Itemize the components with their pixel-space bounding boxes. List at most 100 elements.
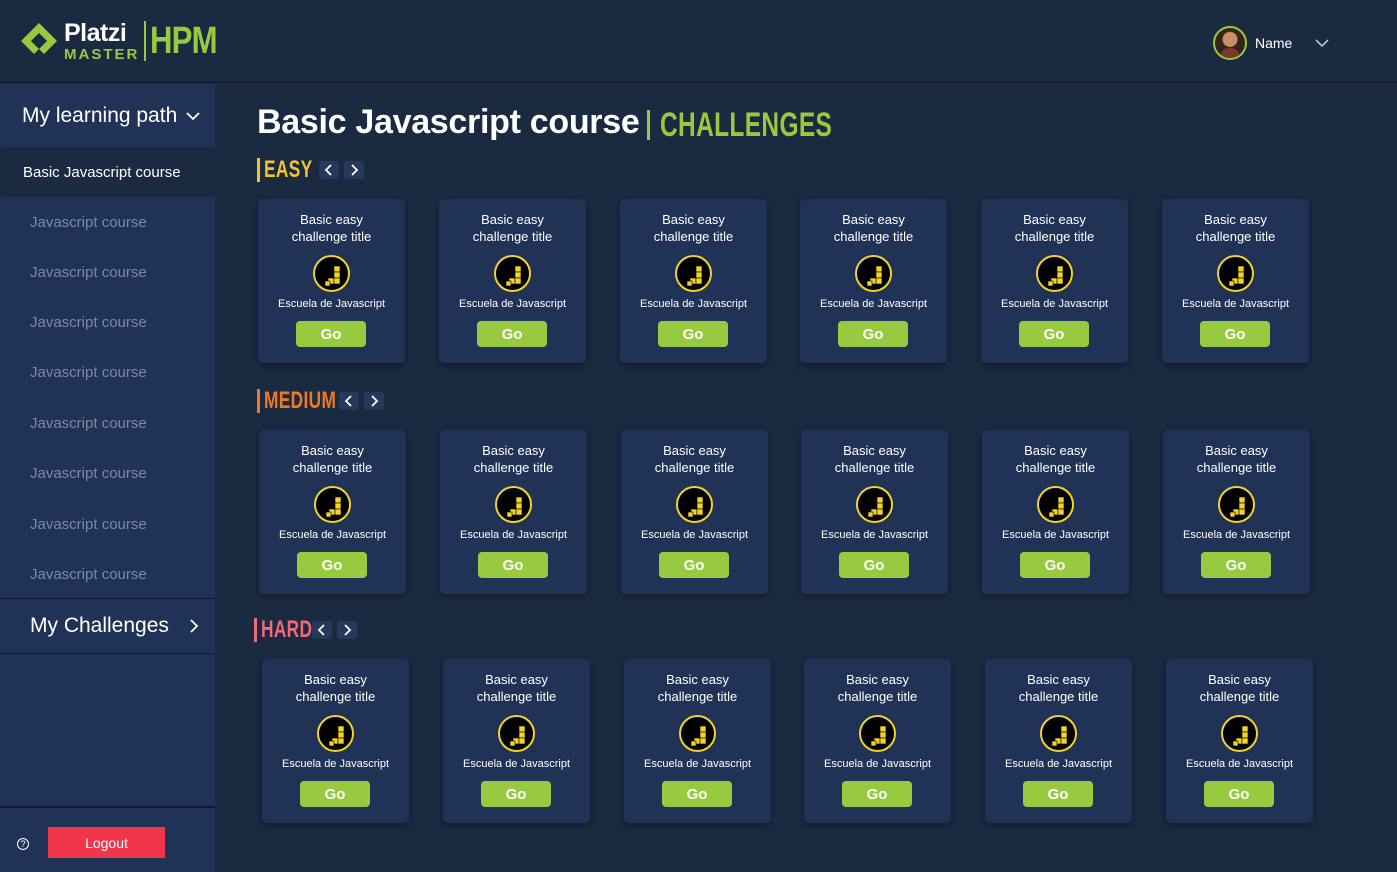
challenge-card: Basic easy challenge title Escuela de Jav… [443,659,590,823]
sidebar-item-javascript-course[interactable]: Javascript course [0,197,215,247]
javascript-school-icon [676,486,713,523]
logo-divider [144,21,147,61]
user-menu[interactable]: Name [1213,25,1330,61]
go-button[interactable]: Go [838,321,908,347]
go-button[interactable]: Go [839,552,909,578]
javascript-school-icon [494,255,531,292]
sidebar-footer: ? Logout [0,806,215,872]
sidebar-item-javascript-course[interactable]: Javascript course [0,549,215,599]
chevron-left-icon [344,395,352,407]
school-name: Escuela de Javascript [459,298,566,310]
question-circle-icon[interactable]: ? [17,838,29,850]
go-button[interactable]: Go [1204,781,1274,807]
go-button[interactable]: Go [296,321,366,347]
challenge-card: Basic easy challenge title Escuela de Jav… [1162,199,1309,363]
go-button[interactable]: Go [658,321,728,347]
challenge-card: Basic easy challenge title Escuela de Jav… [804,659,951,823]
javascript-school-icon [1036,255,1073,292]
go-button[interactable]: Go [300,781,370,807]
school-name: Escuela de Javascript [640,298,747,310]
challenge-card: Basic easy challenge title Escuela de Jav… [258,199,405,363]
sidebar-item-label: Javascript course [30,414,147,432]
prev-button[interactable] [339,392,359,410]
sidebar-item-label: Basic Javascript course [23,163,181,181]
sidebar-item-javascript-course[interactable]: Javascript course [0,247,215,297]
go-button[interactable]: Go [659,552,729,578]
javascript-school-icon [1218,486,1255,523]
go-button[interactable]: Go [842,781,912,807]
javascript-school-icon [855,255,892,292]
school-name: Escuela de Javascript [278,298,385,310]
challenge-card: Basic easy challenge title Escuela de Jav… [440,430,587,594]
javascript-school-icon [679,715,716,752]
challenge-card: Basic easy challenge title Escuela de Jav… [800,199,947,363]
school-name: Escuela de Javascript [282,758,389,770]
sidebar-item-label: Javascript course [30,515,147,533]
school-name: Escuela de Javascript [644,758,751,770]
my-challenges-link[interactable]: My Challenges [0,598,215,654]
go-button[interactable]: Go [481,781,551,807]
school-name: Escuela de Javascript [1186,758,1293,770]
sidebar-item-javascript-course[interactable]: Javascript course [0,499,215,549]
challenge-title: Basic easy challenge title [1018,672,1099,704]
platzi-master-hpm-logo[interactable]: Platzi MASTER HPM [18,18,232,64]
sidebar-item-javascript-course[interactable]: Javascript course [0,398,215,448]
challenge-title: Basic easy challenge title [834,443,915,475]
next-button[interactable] [337,621,357,639]
next-button[interactable] [364,392,384,410]
chevron-left-icon [317,624,325,636]
javascript-school-icon [1221,715,1258,752]
sidebar-item-javascript-course[interactable]: Javascript course [0,347,215,397]
go-button[interactable]: Go [1019,321,1089,347]
sidebar-item-javascript-course[interactable]: Javascript course [0,448,215,498]
logout-button[interactable]: Logout [48,827,165,858]
challenge-card: Basic easy challenge title Escuela de Jav… [439,199,586,363]
challenges-subtitle: CHALLENGES [660,106,833,144]
javascript-school-icon [859,715,896,752]
sidebar-item-javascript-course[interactable]: Javascript course [0,297,215,347]
challenge-card: Basic easy challenge title Escuela de Jav… [262,659,409,823]
challenge-card: Basic easy challenge title Escuela de Jav… [985,659,1132,823]
javascript-school-icon [498,715,535,752]
go-button[interactable]: Go [1201,552,1271,578]
go-button[interactable]: Go [1200,321,1270,347]
sidebar: My learning path Basic Javascript course… [0,84,215,872]
platzi-logo-icon [21,23,57,54]
school-name: Escuela de Javascript [1182,298,1289,310]
challenge-title: Basic easy challenge title [476,672,557,704]
sidebar-item-basic-javascript-course[interactable]: Basic Javascript course [0,147,215,197]
challenge-title: Basic easy challenge title [837,672,918,704]
javascript-school-icon [675,255,712,292]
go-button[interactable]: Go [662,781,732,807]
challenge-title: Basic easy challenge title [291,212,372,244]
user-name[interactable]: Name [1255,35,1292,51]
school-name: Escuela de Javascript [1002,529,1109,541]
challenge-title: Basic easy challenge title [1199,672,1280,704]
section-header-medium: MEDIUM [257,387,384,414]
school-name: Escuela de Javascript [279,529,386,541]
challenge-card: Basic easy challenge title Escuela de Jav… [259,430,406,594]
challenge-card: Basic easy challenge title Escuela de Jav… [621,430,768,594]
challenge-title: Basic easy challenge title [833,212,914,244]
challenge-card: Basic easy challenge title Escuela de Jav… [1166,659,1313,823]
javascript-school-icon [495,486,532,523]
logo-brand: Platzi [64,18,127,47]
school-name: Escuela de Javascript [821,529,928,541]
chevron-down-icon[interactable] [1314,35,1330,51]
go-button[interactable]: Go [1023,781,1093,807]
challenge-title: Basic easy challenge title [473,443,554,475]
prev-button[interactable] [319,161,339,179]
challenge-title: Basic easy challenge title [1014,212,1095,244]
go-button[interactable]: Go [478,552,548,578]
javascript-school-icon [856,486,893,523]
prev-button[interactable] [312,621,332,639]
go-button[interactable]: Go [297,552,367,578]
learning-path-toggle[interactable]: My learning path [0,84,215,147]
next-button[interactable] [344,161,364,179]
title-divider [647,109,651,140]
challenge-title: Basic easy challenge title [653,212,734,244]
go-button[interactable]: Go [1020,552,1090,578]
avatar[interactable] [1213,26,1247,60]
page-title: Basic Javascript course CHALLENGES [257,100,900,145]
go-button[interactable]: Go [477,321,547,347]
